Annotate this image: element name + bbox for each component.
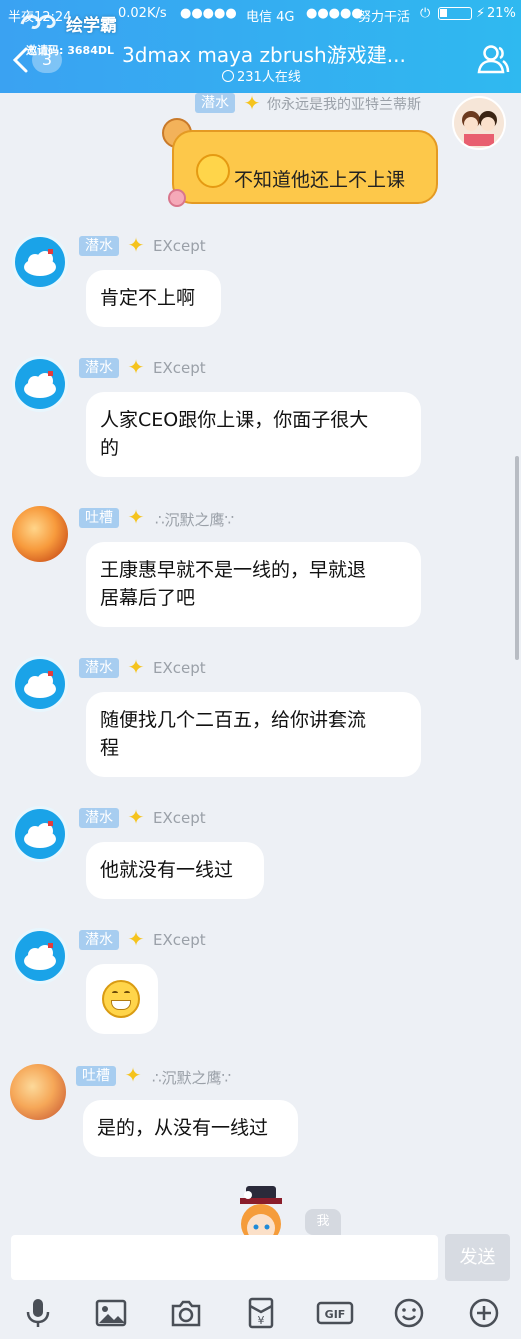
self-avatar-bottom[interactable] — [222, 1184, 298, 1236]
peach-pendant-icon — [168, 189, 186, 207]
watermark-logo: 绘学霸 — [14, 8, 126, 36]
message-bubble[interactable] — [86, 964, 158, 1034]
message-bubble[interactable]: 他就没有一线过 — [86, 842, 264, 899]
sender-nick: ∴沉默之鹰∵ — [155, 511, 235, 529]
member-tag: 潜水 — [79, 930, 119, 950]
member-tag: 吐槽 — [76, 1066, 116, 1086]
scrollbar[interactable] — [515, 456, 519, 660]
me-label: 我 — [305, 1209, 341, 1235]
status-carrier-2: 努力干活 — [358, 10, 411, 25]
member-tag: 潜水 — [79, 658, 119, 678]
cloud-avatar-icon — [24, 671, 56, 698]
star-badge-icon: ✦ — [243, 91, 261, 115]
group-members-button[interactable] — [476, 42, 510, 76]
laugh-cry-emoji-icon — [196, 154, 230, 188]
cloud-avatar-icon — [24, 371, 56, 398]
svg-text:¥: ¥ — [258, 1314, 265, 1327]
sender-nick: EXcept — [153, 237, 206, 255]
member-tag: 潜水 — [79, 358, 119, 378]
watermark-swirl-icon — [18, 10, 60, 39]
back-button[interactable] — [10, 46, 32, 74]
sender-nick: EXcept — [153, 659, 206, 677]
sender-avatar[interactable] — [12, 356, 68, 412]
message-bubble[interactable]: 肯定不上啊 — [86, 270, 221, 327]
microphone-icon[interactable] — [22, 1297, 54, 1329]
red-packet-icon[interactable]: ¥ — [245, 1297, 277, 1329]
sender-avatar[interactable] — [12, 928, 68, 984]
status-battery: 21% — [487, 6, 516, 21]
sender-nick: EXcept — [153, 809, 206, 827]
image-icon[interactable] — [95, 1297, 127, 1329]
members-icon — [477, 45, 510, 74]
group-title[interactable]: 3dmax maya zbrush游戏建... — [122, 39, 406, 68]
grin-emoji-icon — [102, 980, 140, 1018]
sender-nick: 你永远是我的亚特兰蒂斯 — [267, 97, 421, 113]
member-tag: 潜水 — [79, 236, 119, 256]
plus-icon[interactable] — [468, 1297, 500, 1329]
power-icon: ⏻ — [420, 6, 431, 21]
status-carrier: 电信 4G — [246, 10, 295, 25]
svg-text:GIF: GIF — [325, 1308, 346, 1321]
member-tag: 潜水 — [195, 93, 235, 113]
online-indicator-icon — [222, 70, 234, 82]
cloud-avatar-icon — [24, 821, 56, 848]
sender-avatar[interactable] — [12, 656, 68, 712]
sender-avatar[interactable] — [12, 806, 68, 862]
self-avatar[interactable] — [452, 96, 506, 150]
cloud-avatar-icon — [24, 943, 56, 970]
star-badge-icon: ✦ — [127, 505, 145, 529]
star-badge-icon: ✦ — [127, 233, 145, 257]
charging-icon: ⚡ — [476, 6, 486, 21]
star-badge-icon: ✦ — [127, 355, 145, 379]
chevron-left-icon — [12, 47, 28, 73]
self-message-bubble[interactable]: 不知道他还上不上课 — [172, 130, 438, 204]
sender-nick: EXcept — [153, 931, 206, 949]
emoji-icon[interactable] — [393, 1297, 425, 1329]
sender-nick: ∴沉默之鹰∵ — [152, 1069, 232, 1087]
star-badge-icon: ✦ — [124, 1063, 142, 1087]
sender-avatar[interactable] — [12, 506, 68, 562]
gif-icon[interactable]: GIF — [316, 1297, 354, 1329]
unread-count-badge[interactable]: 3 — [32, 47, 62, 73]
message-bubble[interactable]: 是的，从没有一线过 — [83, 1100, 298, 1157]
sender-nick: EXcept — [153, 359, 206, 377]
message-bubble[interactable]: 人家CEO跟你上课，你面子很大 的 — [86, 392, 421, 477]
member-tag: 潜水 — [79, 808, 119, 828]
signal-dots-icon: ●●●●● — [180, 6, 237, 21]
star-badge-icon: ✦ — [127, 655, 145, 679]
star-badge-icon: ✦ — [127, 927, 145, 951]
chat-header: 半夜12:24 0.02K/s ●●●●● 电信 4G ●●●●● 努力干活 ⏻… — [0, 0, 521, 93]
cloud-avatar-icon — [24, 249, 56, 276]
send-button[interactable]: 发送 — [445, 1234, 510, 1281]
sender-avatar[interactable] — [12, 234, 68, 290]
message-bubble[interactable]: 王康惠早就不是一线的，早就退 居幕后了吧 — [86, 542, 421, 627]
signal-dots-icon-2: ●●●●● — [306, 6, 363, 21]
member-tag: 吐槽 — [79, 508, 119, 528]
message-input[interactable] — [11, 1235, 438, 1280]
sender-avatar[interactable] — [10, 1064, 66, 1120]
star-badge-icon: ✦ — [127, 805, 145, 829]
camera-icon[interactable] — [170, 1297, 202, 1329]
message-bubble[interactable]: 随便找几个二百五，给你讲套流 程 — [86, 692, 421, 777]
online-count: 231人在线 — [222, 66, 301, 85]
battery-icon — [438, 7, 472, 20]
